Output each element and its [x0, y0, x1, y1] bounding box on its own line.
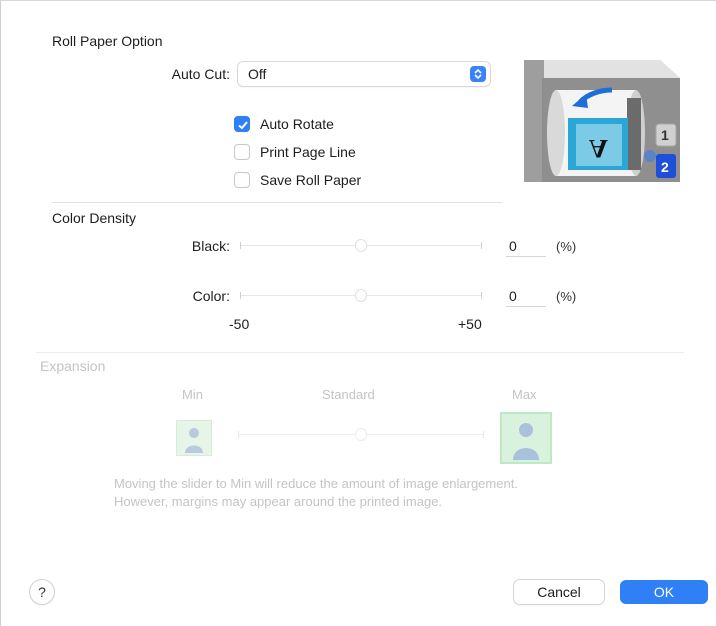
black-density-field[interactable]: 0 — [506, 235, 546, 257]
expansion-standard-label: Standard — [322, 387, 375, 402]
auto-cut-label: Auto Cut: — [171, 66, 230, 82]
color-density-title: Color Density — [52, 210, 137, 226]
black-slider-tick-min — [240, 242, 241, 249]
roll-paper-divider — [52, 202, 502, 203]
page-glyph: A — [589, 134, 608, 163]
auto-cut-value: Off — [248, 66, 267, 82]
expansion-title: Expansion — [40, 358, 106, 374]
min-person-icon — [176, 420, 212, 456]
color-slider-thumb[interactable] — [356, 290, 366, 301]
black-slider-thumb[interactable] — [356, 240, 366, 251]
expansion-description-line1: Moving the slider to Min will reduce the… — [114, 476, 518, 491]
expansion-slider[interactable] — [238, 426, 484, 442]
black-density-label: Black: — [191, 238, 230, 254]
black-density-slider[interactable] — [240, 237, 482, 253]
max-person-icon — [500, 412, 552, 464]
ok-button[interactable]: OK — [620, 580, 708, 604]
expansion-description-line2: However, margins may appear around the p… — [114, 494, 443, 509]
color-density-slider[interactable] — [240, 287, 482, 303]
expansion-slider-thumb[interactable] — [356, 429, 366, 440]
roll-paper-option-dialog: Roll Paper Option Auto Cut: Off Auto Rot… — [0, 0, 716, 626]
print-page-line-checkbox[interactable] — [234, 144, 250, 160]
color-slider-tick-max — [481, 292, 482, 299]
chevron-up-down-icon — [470, 66, 486, 82]
auto-cut-select[interactable]: Off — [238, 62, 490, 86]
color-density-divider — [36, 352, 684, 353]
expansion-max-label: Max — [512, 387, 537, 402]
auto-rotate-checkbox[interactable] — [234, 116, 250, 132]
print-page-line-label: Print Page Line — [260, 144, 356, 160]
slot-1-badge: 1 — [661, 127, 669, 143]
slot-2-badge: 2 — [661, 159, 669, 175]
color-density-field[interactable]: 0 — [506, 285, 546, 307]
scale-min-label: -50 — [229, 316, 250, 332]
expansion-min-label: Min — [182, 387, 203, 402]
color-unit-label: (%) — [556, 289, 577, 304]
cancel-button[interactable]: Cancel — [514, 580, 604, 604]
expansion-slider-tick-max — [483, 431, 484, 438]
roll-paper-option-title: Roll Paper Option — [52, 33, 163, 49]
help-button[interactable]: ? — [30, 580, 54, 604]
scale-max-label: +50 — [458, 316, 482, 332]
color-slider-tick-min — [240, 292, 241, 299]
expansion-slider-tick-min — [238, 431, 239, 438]
black-unit-label: (%) — [556, 239, 577, 254]
auto-rotate-label: Auto Rotate — [260, 116, 334, 132]
black-slider-tick-max — [481, 242, 482, 249]
color-density-label: Color: — [192, 288, 230, 304]
printer-roll-paper-illustration: A 1 2 — [512, 32, 684, 192]
save-roll-paper-checkbox[interactable] — [234, 172, 250, 188]
save-roll-paper-label: Save Roll Paper — [260, 172, 362, 188]
